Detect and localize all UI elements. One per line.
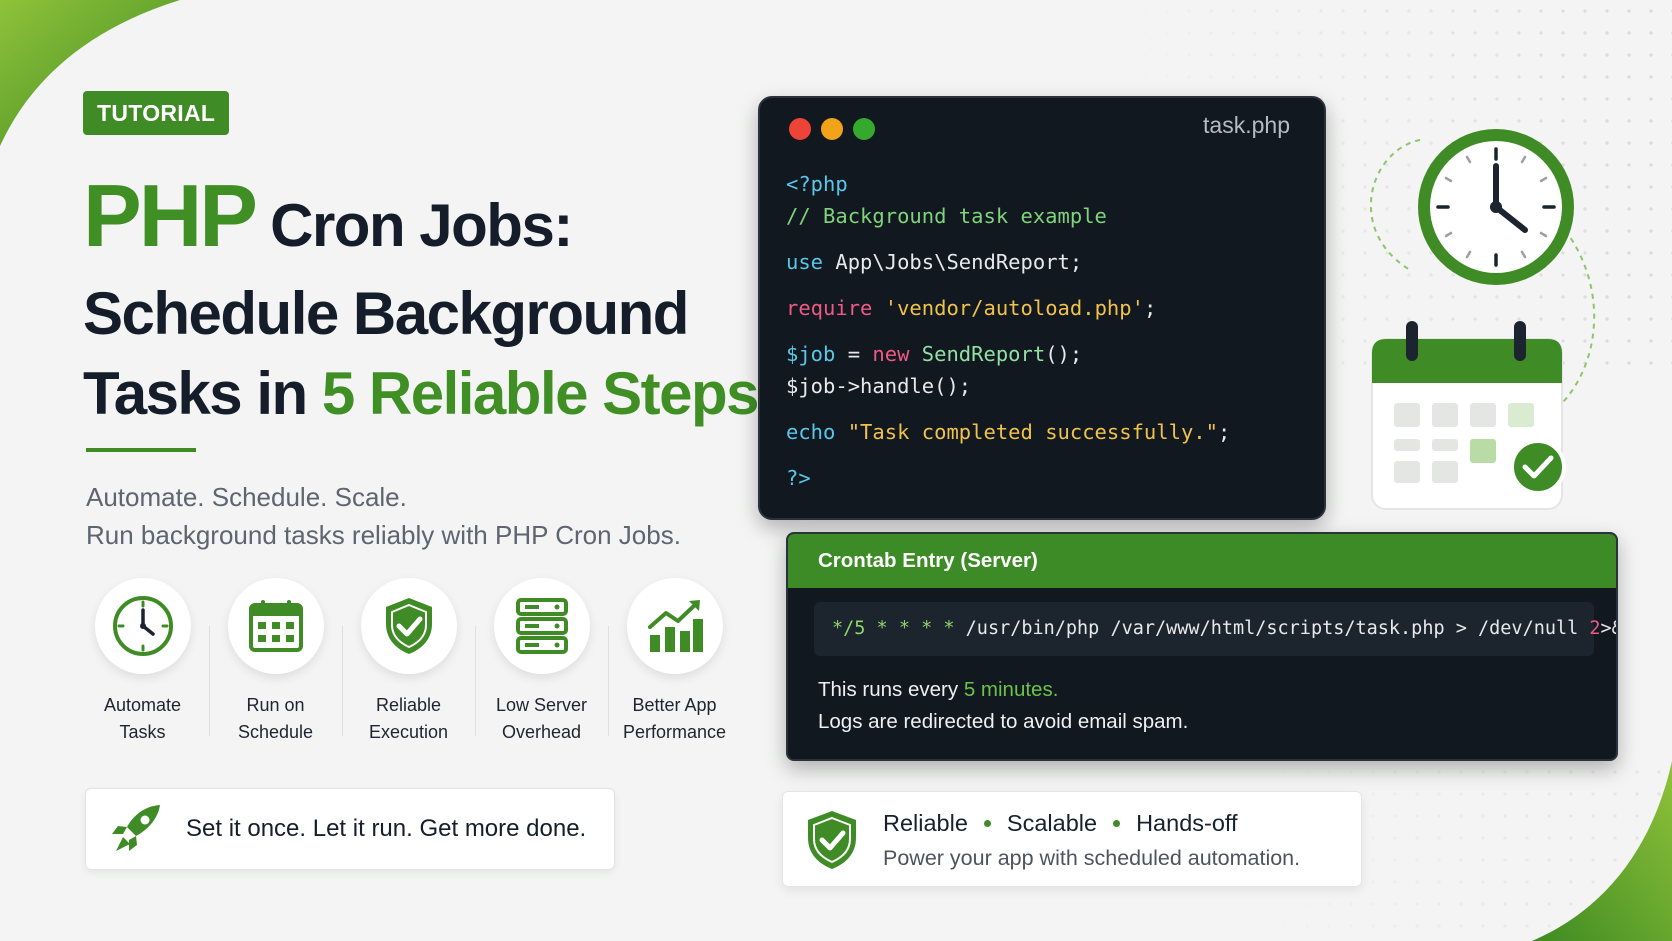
code-require-line: require 'vendor/autoload.php'; xyxy=(786,292,1324,324)
feature-label: Reliable Execution xyxy=(368,695,449,742)
tutorial-badge: TUTORIAL xyxy=(83,91,230,135)
title-highlight: 5 Reliable Steps xyxy=(321,360,760,427)
motto-text: Set it once. Let it run. Get more done. xyxy=(186,815,587,842)
code-editor-window: task.php <?php // Background task exampl… xyxy=(758,96,1326,520)
code-new-keyword: new xyxy=(872,342,910,366)
feature-reliable-execution: Reliable Execution xyxy=(342,578,475,746)
crontab-schedule: */5 * * * * xyxy=(832,618,955,639)
title-php: PHP xyxy=(83,166,258,265)
motto-card: Set it once. Let it run. Get more done. xyxy=(85,788,615,870)
server-icon xyxy=(493,578,590,674)
reliable-card: Reliable Scalable Hands-off Power your a… xyxy=(782,791,1362,887)
crontab-header: Crontab Entry (Server) xyxy=(788,534,1616,588)
title-line-1: PHP Cron Jobs: xyxy=(83,168,743,274)
code-class-name: SendReport xyxy=(909,342,1046,366)
code-new-line: $job = new SendReport(); xyxy=(786,338,1324,370)
feature-better-app-performance: Better App Performance xyxy=(608,578,741,746)
code-echo-end: ; xyxy=(1217,420,1231,444)
crontab-note-prefix: This runs every xyxy=(818,678,964,701)
feature-run-on-schedule: Run on Schedule xyxy=(209,578,342,746)
calendar-illustration-icon xyxy=(1371,321,1566,510)
crontab-note-line-2: Logs are redirected to avoid email spam. xyxy=(818,710,1189,733)
minimize-dot-icon xyxy=(821,118,843,140)
page-title: PHP Cron Jobs: Schedule Background Tasks… xyxy=(83,168,760,434)
code-echo-keyword: echo xyxy=(786,420,836,444)
tag-reliable: Reliable xyxy=(883,810,968,836)
tag-hands-off: Hands-off xyxy=(1136,810,1238,836)
feature-automate-tasks: Automate Tasks xyxy=(76,578,209,746)
code-echo-string: "Task completed successfully." xyxy=(847,420,1218,444)
feature-list: Automate Tasks Run on Schedule Reliable … xyxy=(76,578,741,746)
title-tasks-in: Tasks in xyxy=(83,360,322,427)
code-job-variable: $job xyxy=(786,342,836,366)
crontab-redirect-number: 2 xyxy=(1589,618,1601,639)
clock-illustration-icon xyxy=(1418,129,1574,285)
crontab-note-line-1: This runs every 5 minutes. xyxy=(818,674,1616,706)
bullet-dot-icon xyxy=(983,820,991,827)
shield-check-icon xyxy=(360,578,457,674)
title-cron-jobs: Cron Jobs: xyxy=(270,192,573,259)
shield-check-icon xyxy=(808,811,856,869)
code-close-tag: ?> xyxy=(786,466,811,490)
subtitle-line-1: Automate. Schedule. Scale. xyxy=(86,482,407,512)
code-use-keyword: use xyxy=(786,250,824,274)
code-assign: = xyxy=(835,342,873,366)
crontab-note: This runs every 5 minutes. Logs are redi… xyxy=(818,674,1616,738)
crontab-note-interval: 5 minutes. xyxy=(963,678,1059,701)
code-handle-line: $job->handle(); xyxy=(786,374,972,398)
feature-label: Automate Tasks xyxy=(103,695,182,742)
growth-chart-icon xyxy=(626,578,723,674)
crontab-command-text: /usr/bin/php /var/www/html/scripts/task.… xyxy=(954,618,1590,639)
code-require-path: 'vendor/autoload.php' xyxy=(884,296,1144,320)
code-filename: task.php xyxy=(1203,112,1290,138)
feature-label: Low Server Overhead xyxy=(495,695,588,742)
code-use-line: use App\Jobs\SendReport; xyxy=(786,246,1324,278)
crontab-command: */5 * * * * /usr/bin/php /var/www/html/s… xyxy=(814,602,1616,656)
title-line-3: Tasks in 5 Reliable Steps xyxy=(83,354,760,434)
maximize-dot-icon xyxy=(853,118,875,140)
code-use-namespace: App\Jobs\SendReport; xyxy=(823,250,1083,274)
code-echo-line: echo "Task completed successfully."; xyxy=(786,416,1324,448)
tag-scalable: Scalable xyxy=(1006,810,1098,836)
reliable-tags: Reliable Scalable Hands-off xyxy=(883,810,1238,837)
subtitle-line-2: Run background tasks reliably with PHP C… xyxy=(86,520,681,550)
crontab-redirect-rest: >&1 xyxy=(1600,618,1616,639)
rocket-icon xyxy=(112,805,160,851)
feature-label: Run on Schedule xyxy=(237,695,314,742)
title-underline xyxy=(86,448,196,452)
code-require-end: ; xyxy=(1143,296,1157,320)
code-comment: // Background task example xyxy=(786,204,1107,228)
reliable-subtitle: Power your app with scheduled automation… xyxy=(883,846,1301,870)
code-open-tag: <?php xyxy=(786,172,848,196)
code-require-keyword: require xyxy=(786,296,873,320)
feature-low-server-overhead: Low Server Overhead xyxy=(475,578,608,746)
title-line-2: Schedule Background xyxy=(83,280,689,347)
feature-label: Better App Performance xyxy=(622,695,727,742)
calendar-icon xyxy=(227,578,324,674)
close-dot-icon xyxy=(789,118,811,140)
bullet-dot-icon xyxy=(1113,820,1121,827)
code-body: <?php // Background task example use App… xyxy=(760,160,1324,494)
code-call-end: (); xyxy=(1045,342,1083,366)
subtitle: Automate. Schedule. Scale. Run backgroun… xyxy=(86,478,681,554)
clock-icon xyxy=(94,578,191,674)
crontab-card: Crontab Entry (Server) */5 * * * * /usr/… xyxy=(786,532,1618,761)
